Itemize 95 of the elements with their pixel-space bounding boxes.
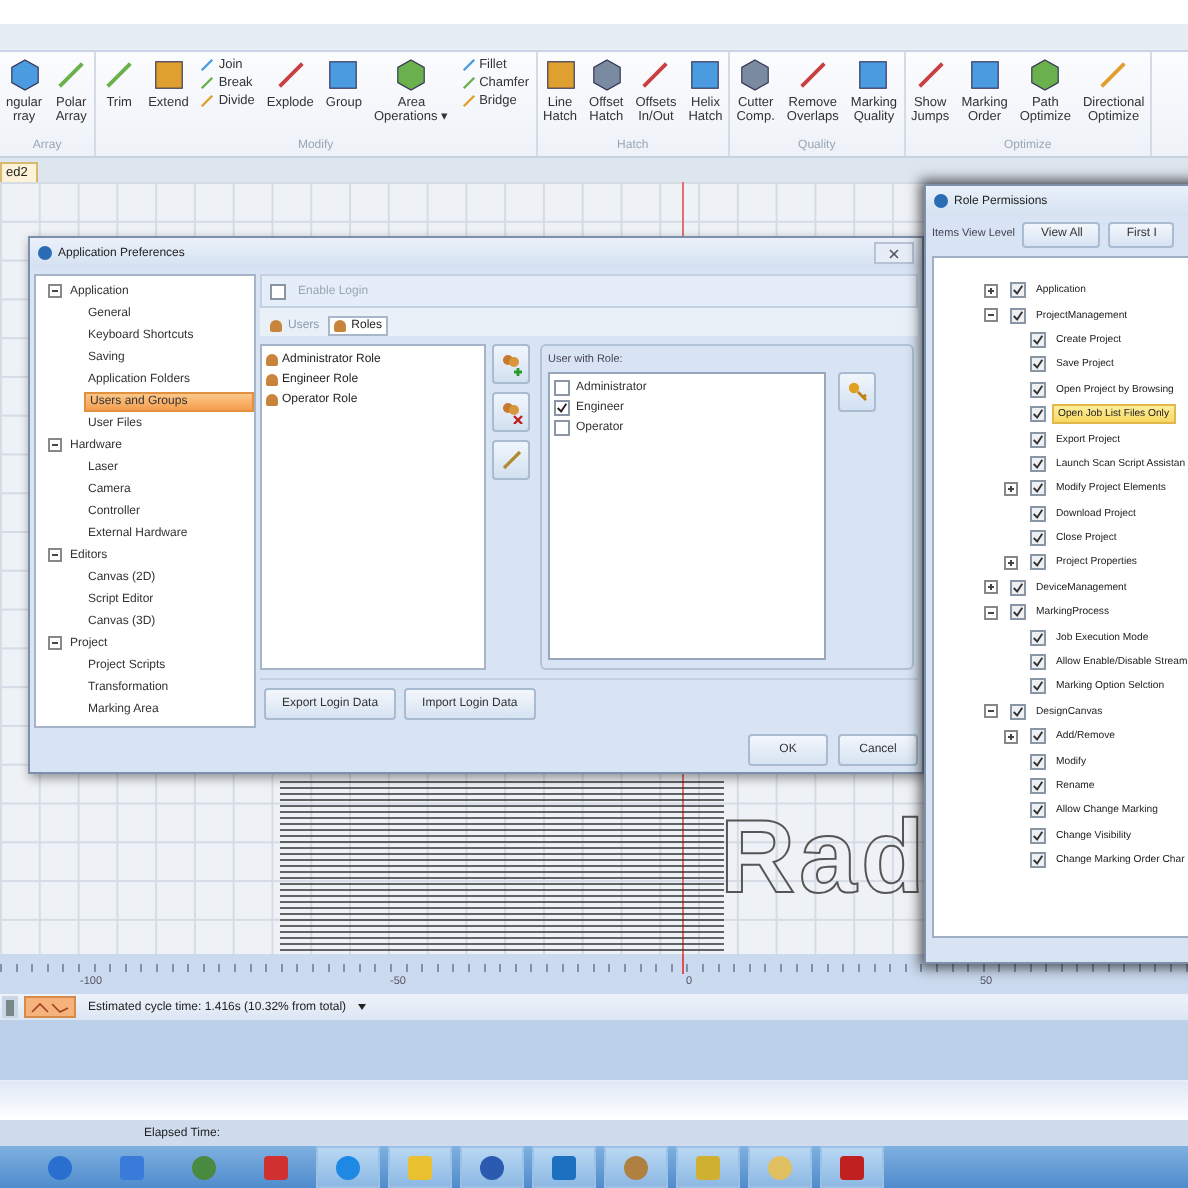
line-icon	[461, 76, 476, 90]
hexagon-icon	[589, 58, 624, 92]
line-icon	[913, 58, 948, 92]
expand-toggle[interactable]	[48, 548, 62, 562]
square-icon	[552, 1155, 576, 1179]
circle-icon	[624, 1155, 648, 1179]
taskbar-button[interactable]	[460, 1146, 524, 1188]
hexagon-icon	[394, 58, 429, 92]
circle-icon	[768, 1155, 792, 1179]
taskbar-button[interactable]	[532, 1146, 596, 1188]
expand-toggle[interactable]	[48, 284, 62, 298]
square-icon	[696, 1155, 720, 1179]
expand-toggle[interactable]	[1004, 555, 1018, 570]
checkbox[interactable]	[1030, 331, 1046, 348]
circle-icon	[480, 1155, 504, 1179]
checkbox[interactable]	[1030, 654, 1046, 671]
close-button[interactable]	[874, 242, 914, 264]
pencil-icon	[499, 448, 523, 472]
circle-icon	[336, 1155, 360, 1179]
checkbox[interactable]	[1030, 406, 1046, 423]
square-icon	[408, 1155, 432, 1179]
caret-icon	[358, 1004, 367, 1010]
line-icon	[638, 58, 673, 92]
expand-toggle[interactable]	[48, 438, 62, 452]
checkbox[interactable]	[1030, 356, 1046, 373]
checkbox[interactable]	[1010, 307, 1026, 324]
hexagon-icon	[7, 58, 42, 92]
line-icon	[461, 94, 476, 108]
checkbox[interactable]	[1030, 802, 1046, 819]
square-icon	[840, 1155, 864, 1179]
checkbox[interactable]	[1030, 431, 1046, 448]
expand-toggle[interactable]	[984, 704, 998, 719]
checkbox[interactable]	[1030, 753, 1046, 770]
people-cross-icon	[499, 400, 523, 424]
checkbox[interactable]	[1010, 282, 1026, 299]
key-icon	[845, 380, 869, 404]
line-icon	[54, 58, 89, 92]
path-icon	[30, 999, 70, 1015]
checkbox[interactable]	[1010, 579, 1026, 596]
line-icon	[200, 94, 215, 108]
square-icon	[264, 1155, 288, 1179]
toolbar-button[interactable]	[24, 996, 76, 1018]
remove-role-button[interactable]	[492, 392, 530, 432]
check-icon	[556, 402, 568, 414]
expand-toggle[interactable]	[984, 308, 998, 323]
expand-toggle[interactable]	[1004, 729, 1018, 744]
add-role-button[interactable]	[492, 344, 530, 384]
square-icon	[688, 58, 723, 92]
expand-toggle[interactable]	[48, 636, 62, 650]
app-icon	[934, 194, 948, 208]
toolbar-button[interactable]	[2, 996, 18, 1018]
line-icon	[102, 58, 137, 92]
circle-icon	[192, 1155, 216, 1179]
line-icon	[273, 58, 308, 92]
expand-toggle[interactable]	[984, 580, 998, 595]
checkbox[interactable]	[1030, 381, 1046, 398]
checkbox[interactable]	[1030, 852, 1046, 869]
people-plus-icon	[499, 352, 523, 376]
checkbox[interactable]	[1030, 678, 1046, 695]
app-icon	[38, 246, 52, 260]
line-icon	[200, 76, 215, 90]
close-icon	[888, 247, 900, 259]
checkbox[interactable]	[1030, 505, 1046, 522]
checkbox[interactable]	[1030, 629, 1046, 646]
taskbar-button[interactable]	[820, 1146, 884, 1188]
outlined-text: Rad	[720, 806, 929, 910]
checkbox[interactable]	[1030, 480, 1046, 497]
square-icon	[543, 58, 578, 92]
square-icon	[151, 58, 186, 92]
hexagon-icon	[738, 58, 773, 92]
hexagon-icon	[1028, 58, 1063, 92]
square-icon	[120, 1155, 144, 1179]
checkbox[interactable]	[1030, 778, 1046, 794]
checkbox[interactable]	[1030, 554, 1046, 571]
line-icon	[200, 58, 215, 72]
checkbox[interactable]	[1030, 455, 1046, 472]
line-icon	[1096, 58, 1131, 92]
people-icon	[270, 320, 282, 332]
square-icon	[6, 999, 14, 1015]
expand-toggle[interactable]	[984, 283, 998, 298]
checkbox[interactable]	[1030, 827, 1046, 844]
edit-button[interactable]	[492, 440, 530, 480]
square-icon	[326, 58, 361, 92]
circle-icon	[48, 1155, 72, 1179]
square-icon	[967, 58, 1002, 92]
checkbox[interactable]	[1010, 604, 1026, 621]
checkbox[interactable]	[1030, 728, 1046, 745]
line-icon	[461, 58, 476, 72]
checkbox[interactable]	[1030, 530, 1046, 547]
square-icon	[856, 58, 891, 92]
expand-toggle[interactable]	[1004, 481, 1018, 496]
checkbox[interactable]	[1010, 703, 1026, 720]
line-icon	[795, 58, 830, 92]
people-icon	[333, 320, 346, 332]
expand-toggle[interactable]	[984, 605, 998, 620]
